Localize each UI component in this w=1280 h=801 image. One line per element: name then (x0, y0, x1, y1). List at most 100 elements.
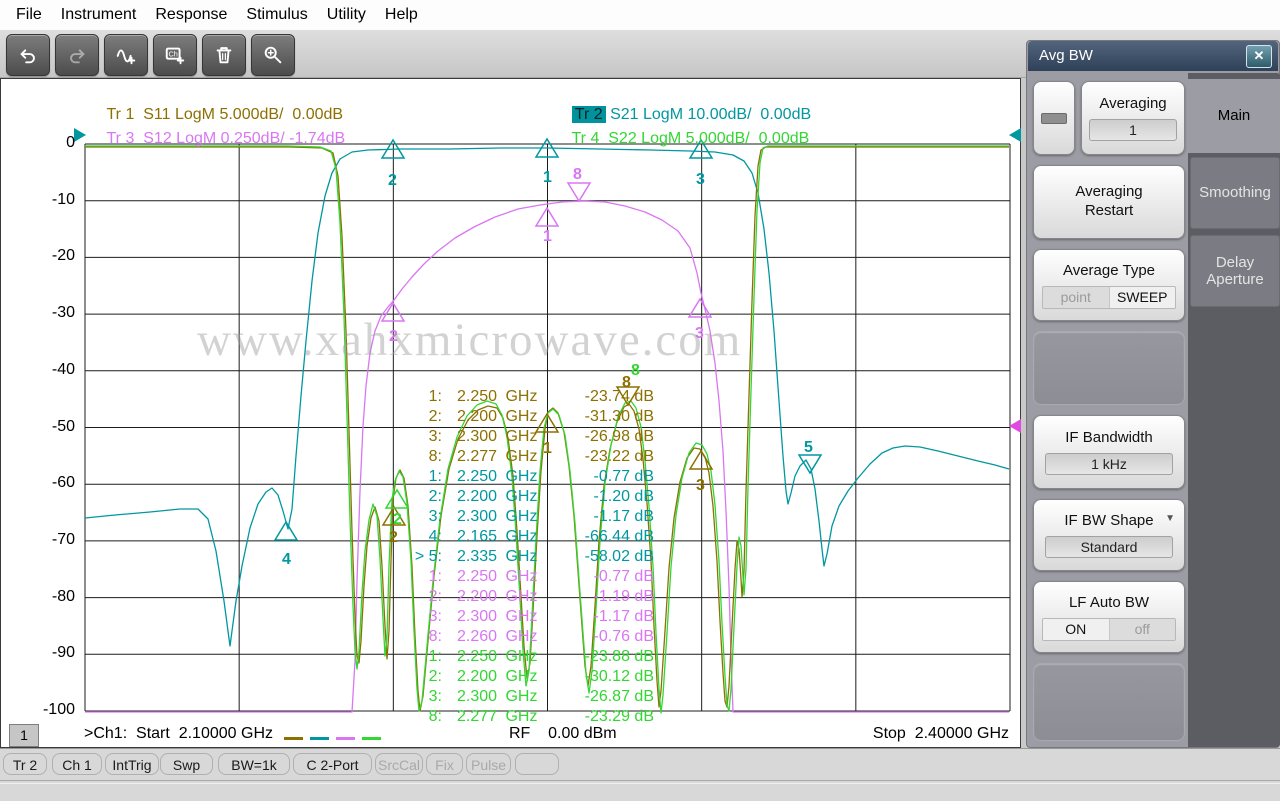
y-axis-label: -40 (51, 360, 75, 378)
status-button-pulse[interactable]: Pulse (466, 753, 511, 775)
y-axis-label: -20 (51, 247, 75, 265)
average-type-segmented: point SWEEP (1042, 285, 1176, 309)
marker-row: 3: 2.300 GHz -26.87 dB (428, 688, 654, 705)
marker-row: 2: 2.200 GHz -31.30 dB (428, 408, 654, 425)
trace3-id: Tr 3 (106, 130, 135, 147)
marker-row: 1: 2.250 GHz -0.77 dB (428, 568, 654, 585)
svg-text:2: 2 (388, 172, 397, 189)
channel-start-label[interactable]: >Ch1: Start 2.10000 GHz (84, 725, 273, 743)
status-button-tr-2[interactable]: Tr 2 (3, 753, 47, 775)
legend-dash (284, 737, 303, 740)
lf-auto-bw-segmented: ON off (1042, 617, 1176, 641)
marker-row: 1: 2.250 GHz -23.88 dB (428, 648, 654, 665)
blank-button-2 (1033, 663, 1185, 741)
marker-row: 8: 2.260 GHz -0.76 dB (428, 628, 654, 645)
y-axis-label: -70 (51, 530, 75, 548)
menu-item-instrument[interactable]: Instrument (61, 6, 137, 24)
status-button-blank[interactable] (515, 753, 559, 775)
svg-text:1: 1 (543, 228, 552, 245)
svg-text:3: 3 (695, 325, 704, 342)
menu-item-stimulus[interactable]: Stimulus (246, 6, 307, 24)
if-bandwidth-label: IF Bandwidth (1065, 429, 1153, 446)
channel-stop-label[interactable]: Stop 2.40000 GHz (771, 725, 1009, 743)
status-button-bw-1k[interactable]: BW=1k (218, 753, 290, 775)
tab-delay-aperture[interactable]: Delay Aperture (1190, 235, 1280, 307)
trace3-label[interactable]: Tr 3 S12 LogM 0.250dB/ -1.74dB (89, 112, 346, 166)
svg-text:Ch: Ch (168, 49, 177, 58)
legend-dash (362, 737, 381, 740)
averaging-button[interactable]: Averaging 1 (1081, 81, 1185, 155)
svg-text:4: 4 (282, 551, 291, 568)
add-channel-icon[interactable]: Ch (153, 34, 197, 76)
svg-text:3: 3 (696, 171, 705, 188)
y-axis-label: -50 (51, 417, 75, 435)
marker-row: 3: 2.300 GHz -1.17 dB (428, 508, 654, 525)
trace-legend (284, 733, 381, 740)
plot-area: 213452213881823 Tr 1 S11 LogM 5.000dB/ 0… (0, 78, 1021, 748)
if-bandwidth-button[interactable]: IF Bandwidth 1 kHz (1033, 415, 1185, 489)
menu-item-file[interactable]: File (16, 6, 42, 24)
y-axis-label: -10 (51, 190, 75, 208)
marker-row: 2: 2.200 GHz -1.19 dB (428, 588, 654, 605)
marker-row: 2: 2.200 GHz -30.12 dB (428, 668, 654, 685)
svg-text:8: 8 (631, 362, 640, 379)
avg-bw-panel: Avg BW ✕ Averaging 1 Averaging Restart A… (1026, 40, 1280, 748)
average-type-button[interactable]: Average Type point SWEEP (1033, 249, 1185, 321)
y-axis-label: -100 (42, 701, 75, 718)
status-button-srccal[interactable]: SrcCal (375, 753, 423, 775)
lf-auto-bw-label: LF Auto BW (1068, 593, 1150, 611)
marker-row: 3: 2.300 GHz -26.98 dB (428, 428, 654, 445)
status-button-swp[interactable]: Swp (160, 753, 213, 775)
y-axis-label: -90 (51, 644, 75, 662)
menu-item-utility[interactable]: Utility (327, 6, 366, 24)
legend-dash (310, 737, 329, 740)
undo-icon[interactable] (6, 34, 50, 76)
channel-number-badge[interactable]: 1 (9, 724, 39, 747)
redo-icon[interactable] (55, 34, 99, 76)
menu-item-help[interactable]: Help (385, 6, 418, 24)
zoom-in-icon[interactable] (251, 34, 295, 76)
averaging-restart-button[interactable]: Averaging Restart (1033, 165, 1185, 239)
status-button-fix[interactable]: Fix (426, 753, 463, 775)
marker-row: 2: 2.200 GHz -1.20 dB (428, 488, 654, 505)
lf-auto-bw-off-option[interactable]: off (1109, 618, 1175, 640)
y-axis-label: -80 (51, 587, 75, 605)
panel-tab-column: Main Smoothing Delay Aperture (1188, 73, 1280, 747)
delete-trash-icon[interactable] (202, 34, 246, 76)
if-bw-shape-button[interactable]: ▼ IF BW Shape Standard (1033, 499, 1185, 571)
average-type-point-option[interactable]: point (1043, 286, 1110, 308)
menu-item-response[interactable]: Response (155, 6, 227, 24)
status-button-inttrig[interactable]: IntTrig (105, 753, 159, 775)
averaging-toggle-button[interactable] (1033, 81, 1075, 155)
y-axis-label: -60 (51, 474, 75, 492)
status-divider (0, 780, 1280, 784)
y-axis-label: 0 (66, 134, 75, 151)
averaging-value-field: 1 (1089, 119, 1177, 141)
tab-smoothing[interactable]: Smoothing (1190, 157, 1280, 229)
marker-row: 1: 2.250 GHz -0.77 dB (428, 468, 654, 485)
averaging-label: Averaging (1099, 95, 1167, 112)
trace4-label[interactable]: Tr 4 S22 LogM 5.000dB/ 0.00dB (554, 112, 810, 166)
svg-text:3: 3 (696, 477, 705, 494)
marker-row: 8: 2.277 GHz -23.29 dB (428, 708, 654, 725)
average-type-sweep-option[interactable]: SWEEP (1109, 286, 1175, 308)
panel-title: Avg BW (1039, 47, 1093, 64)
averaging-led-icon (1041, 112, 1067, 124)
rf-power-label[interactable]: RF 0.00 dBm (509, 725, 617, 743)
close-icon[interactable]: ✕ (1246, 45, 1272, 68)
trace4-id: Tr 4 (571, 130, 600, 147)
status-bar: Tr 2 Ch 1 IntTrig Swp BW=1k C 2-Port SrcCal Fix… (0, 748, 1280, 801)
status-button-c-2-port[interactable]: C 2-Port (293, 753, 372, 775)
marker-row: > 5: 2.335 GHz -58.02 dB (414, 548, 654, 565)
tab-main[interactable]: Main (1188, 79, 1280, 153)
menu-bar: File Instrument Response Stimulus Utility Hel… (0, 0, 1280, 30)
if-bw-shape-label: IF BW Shape (1064, 512, 1154, 529)
lf-auto-bw-button[interactable]: LF Auto BW ON off (1033, 581, 1185, 653)
marker-row: 3: 2.300 GHz -1.17 dB (428, 608, 654, 625)
panel-title-bar[interactable]: Avg BW ✕ (1028, 41, 1278, 71)
lf-auto-bw-on-option[interactable]: ON (1043, 618, 1110, 640)
add-trace-icon[interactable] (104, 34, 148, 76)
average-type-label: Average Type (1062, 261, 1155, 279)
marker-readout-table: 1: 2.250 GHz -23.74 dB 2: 2.200 GHz -31.30 dB… (384, 387, 654, 727)
status-button-ch-1[interactable]: Ch 1 (52, 753, 102, 775)
